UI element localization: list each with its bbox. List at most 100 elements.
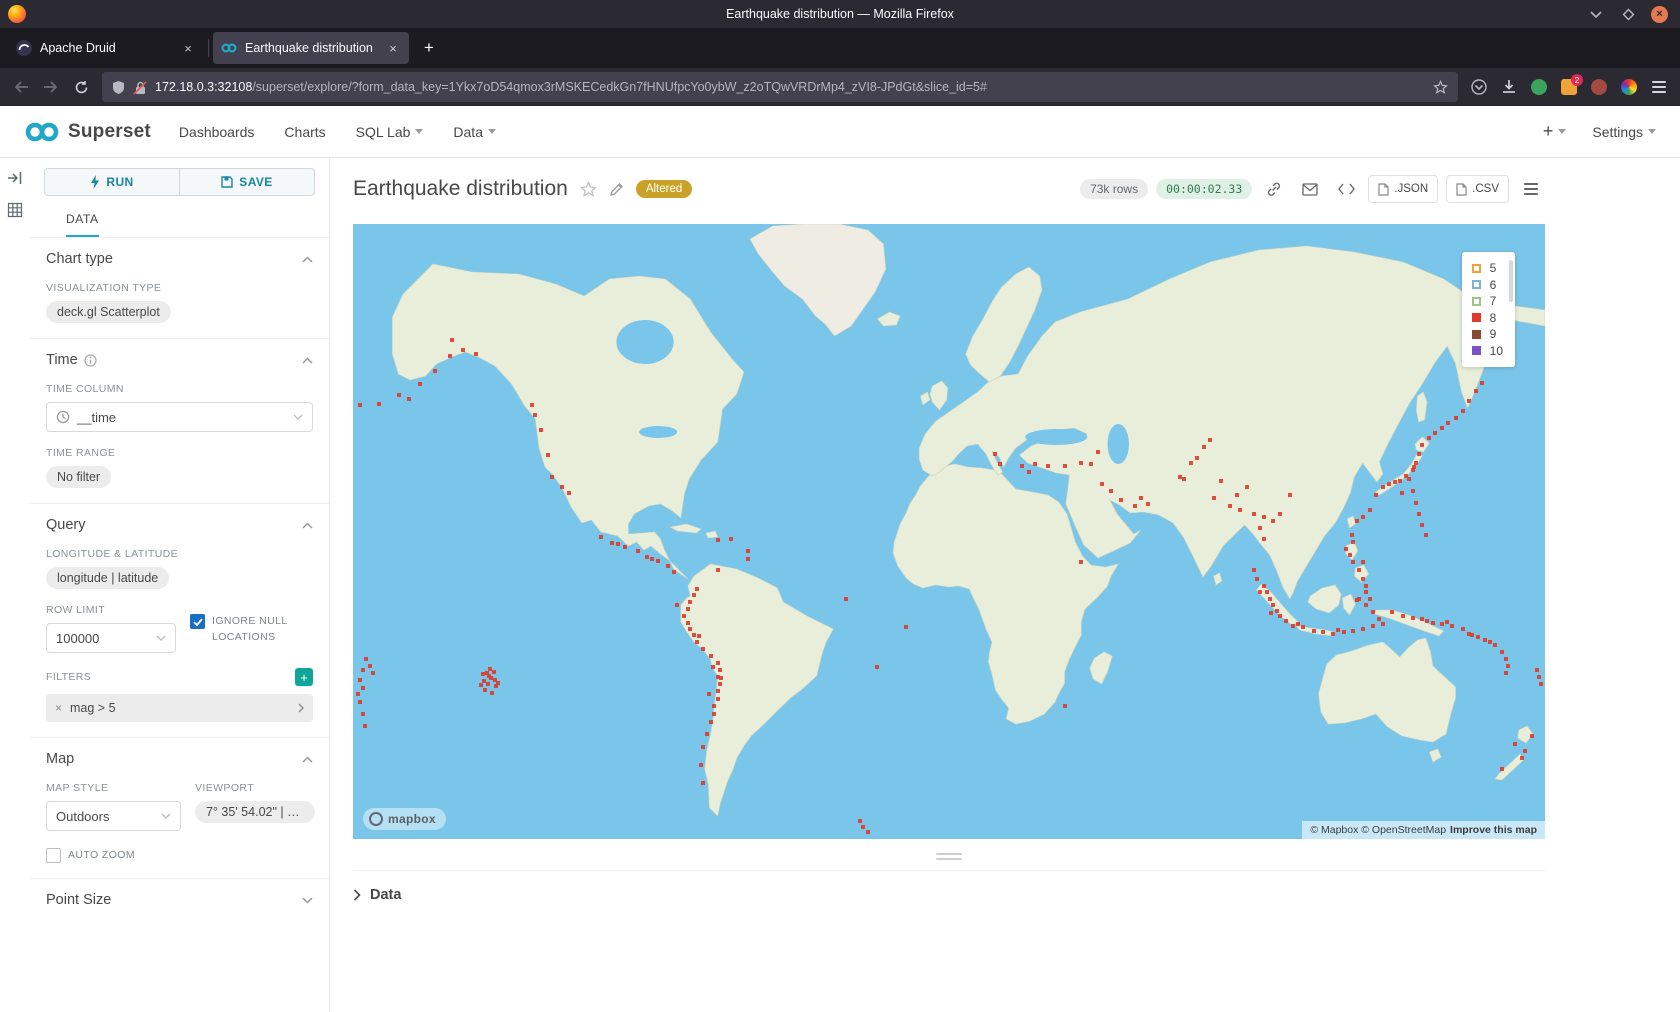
maximize-button[interactable] [1619,5,1637,23]
mapbox-logo[interactable]: mapbox [363,808,446,830]
section-header[interactable]: Chart type [46,251,313,267]
bookmark-star-icon[interactable] [1433,80,1448,95]
section-header[interactable]: Query [46,517,313,533]
earthquake-point [1470,633,1474,637]
earthquake-point [650,557,654,561]
lonlat-chip[interactable]: longitude | latitude [46,567,169,589]
extension-colorful-icon[interactable] [1614,73,1644,101]
earthquake-point [701,745,705,749]
earthquake-point [1381,485,1385,489]
earthquake-point [686,621,690,625]
back-button[interactable] [6,73,36,101]
close-button[interactable]: × [1651,6,1668,23]
altered-badge[interactable]: Altered [636,180,692,198]
map-canvas[interactable]: 5 6 7 8 9 10 mapbox © Mapbox © OpenStree… [353,224,1545,839]
red-circle [1591,79,1607,95]
run-button[interactable]: RUN [45,169,179,195]
earthquake-point [433,369,437,373]
panel-tab-data[interactable]: DATA [30,210,329,238]
tab-apache-druid[interactable]: Apache Druid × [8,32,204,64]
superset-logo[interactable]: Superset [24,121,151,143]
new-item-button[interactable]: + [1543,121,1567,142]
section-header[interactable]: Map [46,751,313,767]
earthquake-point [1368,597,1372,601]
insecure-lock-icon[interactable] [133,80,147,95]
earthquake-point [875,665,879,669]
section-header[interactable]: Point Size [46,892,313,908]
export-json-button[interactable]: .JSON [1368,175,1438,203]
extension-orange-icon[interactable]: 2 [1554,73,1584,101]
legend-item[interactable]: 10 [1472,343,1503,360]
expand-panel-icon[interactable] [7,170,23,186]
nav-dashboards[interactable]: Dashboards [179,124,255,140]
chart-title: Earthquake distribution [353,177,568,201]
export-csv-button[interactable]: .CSV [1446,175,1509,203]
downloads-icon[interactable] [1494,73,1524,101]
dataset-grid-icon[interactable] [7,202,23,218]
earthquake-point [1301,625,1305,629]
extension-green-icon[interactable] [1524,73,1554,101]
row-limit-label: ROW LIMIT [46,604,176,616]
earthquake-point [1440,426,1444,430]
settings-menu[interactable]: Settings [1592,124,1656,140]
earthquake-point [356,692,360,696]
url-text[interactable]: 172.18.0.3:32108/superset/explore/?form_… [155,80,1425,94]
earthquake-point [1530,734,1534,738]
tab-earthquake-distribution[interactable]: Earthquake distribution × [213,32,409,64]
chart-menu-icon[interactable] [1517,175,1545,203]
viz-type-chip[interactable]: deck.gl Scatterplot [46,301,171,323]
menu-icon[interactable] [1644,73,1674,101]
earthquake-point [1195,456,1199,460]
earthquake-point [486,682,490,686]
map-style-select[interactable]: Outdoors [46,801,181,831]
new-tab-button[interactable]: + [415,34,443,62]
tracking-shield-icon[interactable] [112,80,125,95]
filters-label: FILTERS [46,671,91,683]
tab-close-icon[interactable]: × [385,41,401,56]
row-count-badge: 73k rows [1080,179,1148,199]
tab-close-icon[interactable]: × [180,41,196,56]
section-header[interactable]: Time [46,352,313,368]
viewport-chip[interactable]: 7° 35' 54.02" | 31... [195,801,315,823]
embed-code-icon[interactable] [1332,175,1360,203]
earthquake-point [1033,462,1037,466]
time-column-select[interactable]: __time [46,402,313,432]
superset-logo-icon [24,121,60,143]
time-range-chip[interactable]: No filter [46,466,111,488]
extension-red-icon[interactable] [1584,73,1614,101]
reload-button[interactable] [66,73,96,101]
nav-data[interactable]: Data [453,124,496,140]
url-bar[interactable]: 172.18.0.3:32108/superset/explore/?form_… [102,72,1458,102]
chevron-up-icon [302,256,313,263]
save-button[interactable]: SAVE [179,169,314,195]
resize-drag-handle[interactable] [934,853,964,860]
ignore-null-checkbox[interactable] [190,614,205,629]
earthquake-point [1411,616,1415,620]
pocket-icon[interactable] [1464,73,1494,101]
legend-item[interactable]: 9 [1472,326,1503,343]
add-filter-button[interactable]: + [295,668,313,686]
minimize-button[interactable] [1587,5,1605,23]
filter-chip[interactable]: × mag > 5 [46,694,313,722]
share-link-icon[interactable] [1260,175,1288,203]
legend-item[interactable]: 5 [1472,260,1503,277]
improve-map-link[interactable]: Improve this map [1450,824,1537,836]
email-icon[interactable] [1296,175,1324,203]
legend-item[interactable]: 7 [1472,293,1503,310]
earthquake-point [616,542,620,546]
chevron-right-icon[interactable] [298,703,304,713]
earthquake-point [479,683,483,687]
auto-zoom-checkbox[interactable] [46,848,61,863]
data-panel-toggle[interactable]: Data [353,887,1545,903]
earthquake-point [1284,619,1288,623]
row-limit-select[interactable]: 100000 [46,623,176,653]
forward-button[interactable] [36,73,66,101]
legend-label: 9 [1490,327,1497,341]
edit-pencil-icon[interactable] [609,182,624,197]
nav-charts[interactable]: Charts [284,124,325,140]
legend-item[interactable]: 8 [1472,310,1503,327]
remove-filter-icon[interactable]: × [55,701,62,715]
favorite-star-icon[interactable] [580,181,597,198]
nav-sql-lab[interactable]: SQL Lab [356,124,424,140]
legend-item[interactable]: 6 [1472,277,1503,294]
